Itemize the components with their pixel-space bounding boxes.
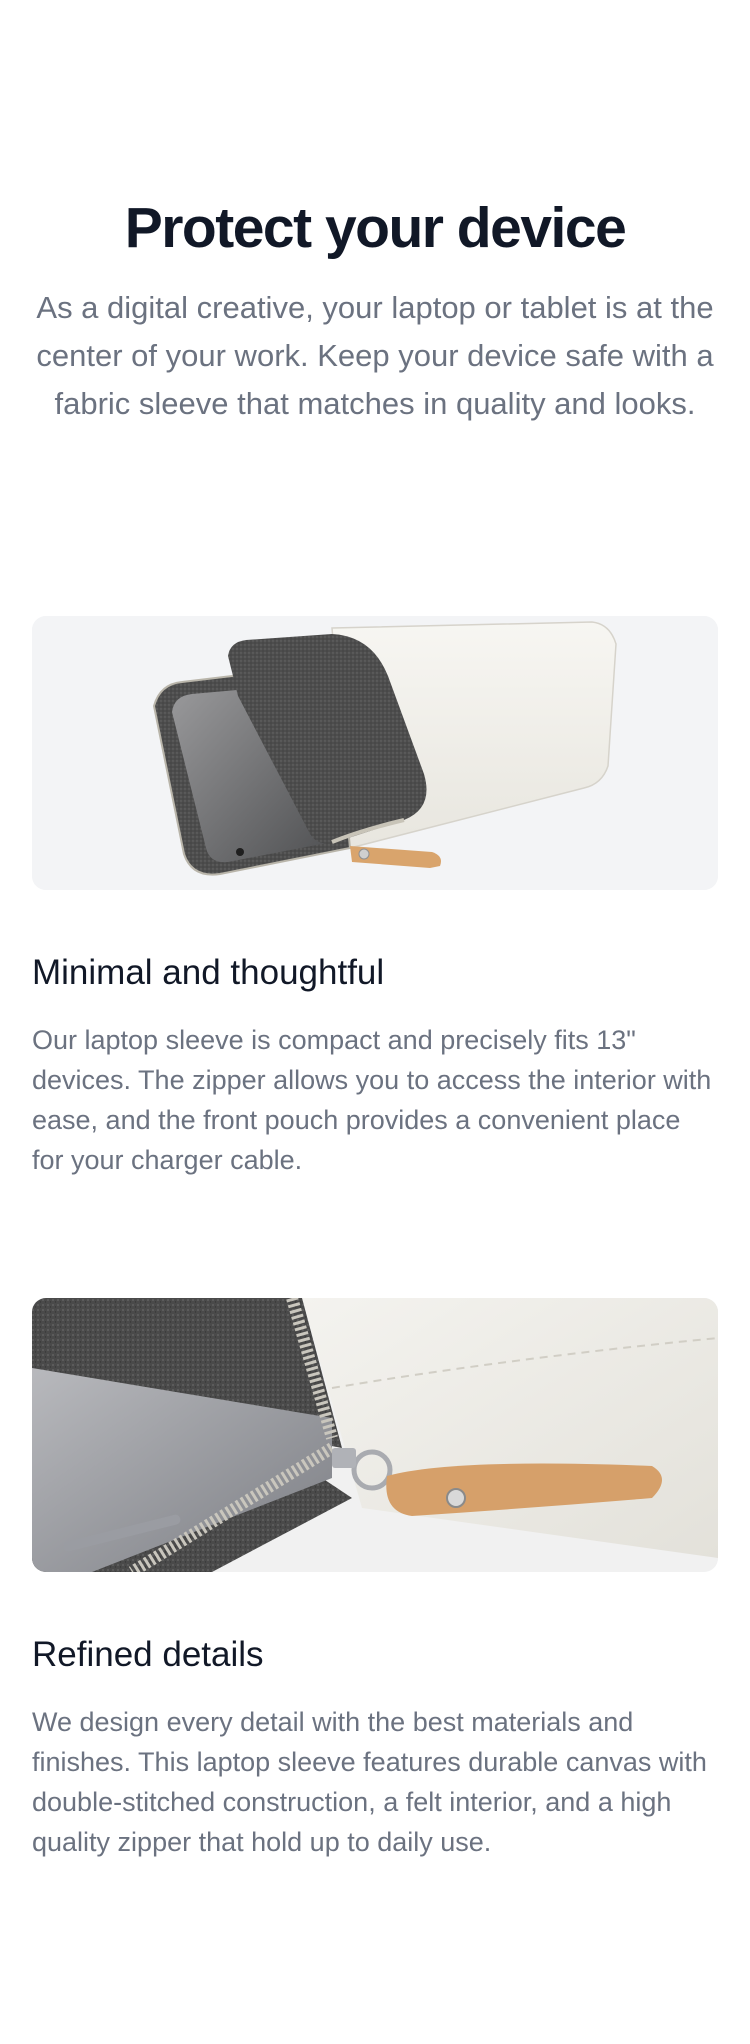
feature-minimal: Minimal and thoughtful Our laptop sleeve… bbox=[32, 616, 718, 1180]
page: Protect your device As a digital creativ… bbox=[0, 0, 750, 2044]
feature-title: Refined details bbox=[32, 1635, 264, 1674]
page-description: As a digital creative, your laptop or ta… bbox=[36, 290, 714, 421]
page-title: Protect your device bbox=[124, 196, 627, 260]
feature-image-zipper bbox=[32, 1298, 718, 1572]
hero-section: Protect your device As a digital creativ… bbox=[32, 188, 718, 428]
feature-details: Refined details We design every detail w… bbox=[32, 1298, 718, 1862]
feature-description: We design every detail with the best mat… bbox=[32, 1707, 707, 1857]
feature-title: Minimal and thoughtful bbox=[32, 953, 385, 992]
feature-image-sleeve bbox=[32, 616, 718, 890]
feature-description: Our laptop sleeve is compact and precise… bbox=[32, 1025, 712, 1175]
